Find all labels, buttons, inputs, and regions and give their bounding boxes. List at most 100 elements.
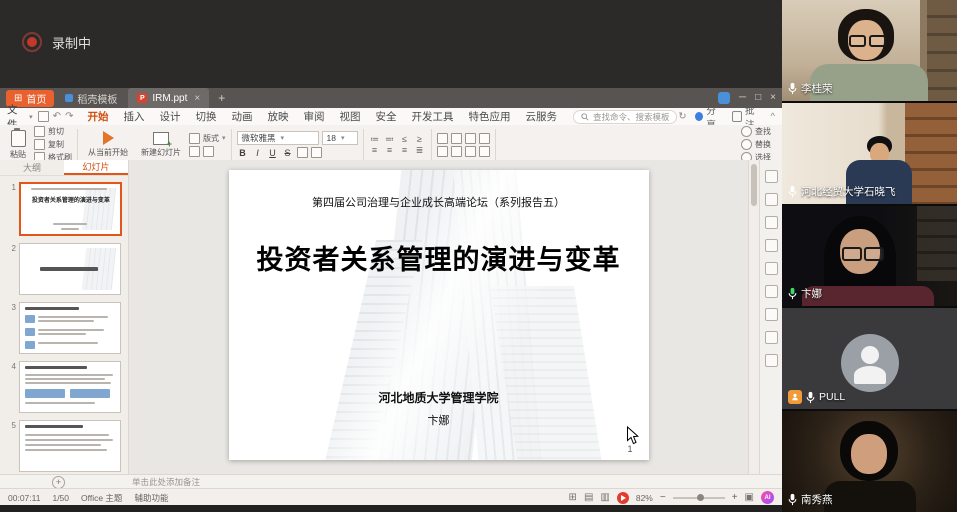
save-icon[interactable]: [38, 111, 49, 122]
slide-thumbnail-5[interactable]: [19, 420, 121, 472]
tab-security[interactable]: 安全: [368, 108, 403, 126]
tab-design[interactable]: 设计: [152, 108, 187, 126]
tab-view[interactable]: 视图: [332, 108, 367, 126]
bullet-list-icon[interactable]: ≔: [369, 135, 381, 144]
participant-tile-1[interactable]: 李桂荣: [782, 0, 957, 101]
underline-button[interactable]: U: [267, 148, 279, 158]
line-spacing-icon[interactable]: ≣: [414, 146, 426, 155]
slides-tab[interactable]: 幻灯片: [64, 160, 128, 175]
redo-icon[interactable]: ↷: [65, 111, 73, 122]
section-button[interactable]: [189, 146, 226, 157]
slide-thumbnail-3[interactable]: [19, 302, 121, 354]
tab-home-ribbon[interactable]: 开始: [80, 108, 115, 126]
participant-tile-5[interactable]: 南秀燕: [782, 411, 957, 512]
arrange-icon[interactable]: [465, 146, 476, 157]
outline-tab[interactable]: 大纲: [0, 160, 64, 175]
accessibility-status[interactable]: 辅助功能: [134, 492, 168, 504]
close-window-button[interactable]: ×: [770, 93, 776, 103]
copy-button[interactable]: 复制: [34, 139, 72, 150]
minimize-window-button[interactable]: ─: [739, 93, 746, 103]
command-search-box[interactable]: 查找命令、搜索模板: [573, 110, 678, 124]
number-list-icon[interactable]: ≕: [384, 135, 396, 144]
notes-panel-icon[interactable]: [765, 262, 778, 275]
help-panel-icon[interactable]: [765, 331, 778, 344]
tab-transition[interactable]: 切换: [188, 108, 223, 126]
tab-special-apps[interactable]: 特色应用: [461, 108, 517, 126]
indent-increase-icon[interactable]: ≥: [414, 135, 426, 144]
slideshow-play-button[interactable]: [617, 492, 629, 504]
align-center-icon[interactable]: ≡: [384, 146, 396, 155]
slide-sorter-view-icon[interactable]: ▤: [584, 493, 593, 503]
design-panel-icon[interactable]: [765, 216, 778, 229]
participant-tile-4[interactable]: PULL: [782, 308, 957, 409]
tab-cloud[interactable]: 云服务: [518, 108, 564, 126]
tab-slideshow[interactable]: 放映: [260, 108, 295, 126]
table-icon[interactable]: [479, 133, 490, 144]
participant-tile-3[interactable]: 卞娜: [782, 206, 957, 307]
font-size-select[interactable]: 18▾: [322, 131, 358, 145]
shape-icon[interactable]: [451, 133, 462, 144]
participant-tile-2[interactable]: 河北经贸大学石晓飞: [782, 103, 957, 204]
highlight-icon[interactable]: [311, 147, 322, 158]
ai-assistant-button[interactable]: AI: [761, 491, 774, 504]
comment-icon: [732, 111, 742, 122]
collapse-ribbon-icon[interactable]: ^: [771, 111, 775, 122]
paste-button[interactable]: 粘贴: [5, 127, 31, 162]
comments-panel-icon[interactable]: [765, 285, 778, 298]
properties-panel-icon[interactable]: [765, 170, 778, 183]
zoom-slider[interactable]: [673, 497, 725, 499]
slide-thumbnail-1[interactable]: 投资者关系管理的演进与变革: [19, 182, 122, 236]
undo-icon[interactable]: ↶: [53, 111, 61, 122]
tab-devtools[interactable]: 开发工具: [404, 108, 460, 126]
tab-review[interactable]: 审阅: [296, 108, 331, 126]
scrollbar-thumb[interactable]: [751, 164, 757, 206]
slide-thumbnail-2[interactable]: [19, 243, 121, 295]
new-document-tab-button[interactable]: +: [214, 91, 229, 105]
replace-button[interactable]: 替换: [741, 139, 771, 150]
fill-color-icon[interactable]: [437, 146, 448, 157]
tab-insert[interactable]: 插入: [116, 108, 151, 126]
picture-icon[interactable]: [465, 133, 476, 144]
italic-button[interactable]: I: [252, 148, 264, 158]
wps-docer-tab[interactable]: 稻壳模板: [59, 89, 123, 108]
vertical-scrollbar[interactable]: [748, 160, 759, 474]
strikethrough-button[interactable]: S: [282, 148, 294, 158]
zoom-slider-knob[interactable]: [697, 494, 704, 501]
wps-titlebar: ⊞ 首页 稻壳模板 P IRM.ppt × + ─ □ ×: [0, 88, 782, 108]
sync-icon[interactable]: ↻: [678, 111, 686, 122]
notes-placeholder[interactable]: 单击此处添加备注: [132, 476, 200, 488]
animation-panel-icon[interactable]: [765, 193, 778, 206]
current-slide[interactable]: 第四届公司治理与企业成长高端论坛（系列报告五） 投资者关系管理的演进与变革 河北…: [229, 170, 649, 460]
align-left-icon[interactable]: ≡: [369, 146, 381, 155]
fit-slide-icon[interactable]: ▣: [745, 493, 754, 503]
text-box-icon[interactable]: [437, 133, 448, 144]
transition-panel-icon[interactable]: [765, 239, 778, 252]
bold-button[interactable]: B: [237, 148, 249, 158]
play-from-current-button[interactable]: 从当前开始: [83, 127, 133, 162]
normal-view-icon[interactable]: ⊞: [569, 493, 577, 503]
restore-window-button[interactable]: □: [755, 93, 761, 103]
more-panel-icon[interactable]: [765, 354, 778, 367]
theme-name[interactable]: Office 主题: [81, 492, 122, 504]
indent-decrease-icon[interactable]: ≤: [399, 135, 411, 144]
outline-color-icon[interactable]: [451, 146, 462, 157]
new-slide-button[interactable]: 新建幻灯片: [136, 127, 186, 162]
reading-view-icon[interactable]: ▥: [600, 493, 609, 503]
font-name-select[interactable]: 微软雅黑▾: [237, 131, 319, 145]
effects-icon[interactable]: [479, 146, 490, 157]
layout-button[interactable]: 版式▾: [189, 133, 226, 144]
slide-thumbnail-4[interactable]: [19, 361, 121, 413]
find-button[interactable]: 查找: [741, 126, 771, 137]
resource-panel-icon[interactable]: [765, 308, 778, 321]
align-right-icon[interactable]: ≡: [399, 146, 411, 155]
reset-icon: [203, 146, 214, 157]
notes-bar[interactable]: + 单击此处添加备注: [0, 474, 782, 489]
zoom-out-button[interactable]: −: [660, 492, 666, 503]
cut-button[interactable]: 剪切: [34, 126, 72, 137]
wps-document-tab[interactable]: P IRM.ppt ×: [128, 88, 209, 108]
close-document-icon[interactable]: ×: [194, 93, 200, 104]
zoom-in-button[interactable]: +: [732, 492, 738, 503]
tab-animation[interactable]: 动画: [224, 108, 259, 126]
font-color-icon[interactable]: [297, 147, 308, 158]
docer-icon: [65, 94, 73, 102]
